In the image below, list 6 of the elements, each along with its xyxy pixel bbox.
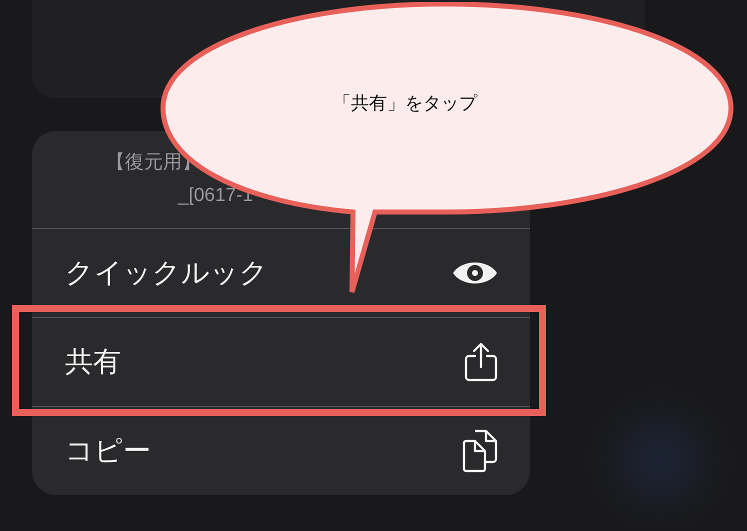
- documents-icon: [462, 429, 498, 473]
- file-name: _[0617-1: [178, 184, 254, 208]
- share-icon: [464, 342, 498, 382]
- menu-item[interactable]: 共有: [32, 318, 530, 406]
- menu-item[interactable]: コピー: [32, 407, 530, 495]
- bubble-text: 「共有」をタップ: [333, 92, 477, 115]
